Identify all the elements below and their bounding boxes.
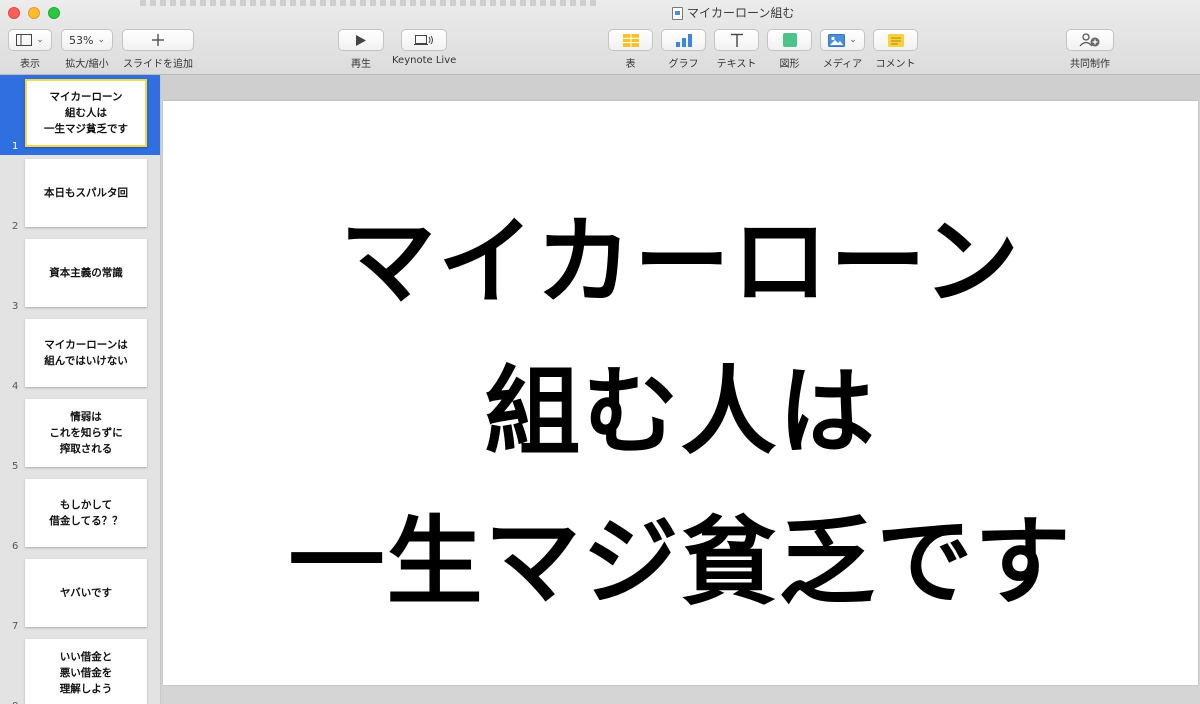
slide-thumbnail[interactable]: マイカーローン 組む人は 一生マジ貧乏です 1 — [0, 75, 160, 155]
sidebar-layout-icon — [16, 34, 33, 46]
slide-thumbnail-preview[interactable]: 本日もスパルタ回 — [25, 159, 147, 227]
comment-icon — [887, 33, 904, 47]
zoom-label: 拡大/縮小 — [65, 59, 109, 70]
play-label: 再生 — [351, 59, 371, 70]
slide-number: 4 — [12, 381, 19, 392]
collaborate-tool[interactable]: 共同制作 — [1066, 29, 1114, 70]
text-icon — [730, 33, 743, 47]
slide-number: 3 — [12, 301, 19, 312]
play-icon — [356, 34, 366, 46]
window-toolbar: マイカーローン組む ⌄ 表示 53% ⌄ 拡大/縮小 スライドを追加 再生 Ke… — [0, 0, 1200, 75]
background-window-strip — [140, 0, 600, 6]
slide-navigator[interactable]: マイカーローン 組む人は 一生マジ貧乏です 1 本日もスパルタ回 2 資本主義の… — [0, 75, 161, 704]
slide-number: 5 — [12, 461, 19, 472]
add-slide-tool[interactable]: スライドを追加 — [122, 29, 194, 70]
add-slide-label: スライドを追加 — [123, 59, 193, 70]
keynote-document-icon — [672, 6, 683, 20]
slide-thumbnail[interactable]: ヤバいです 7 — [0, 555, 160, 635]
slide-thumbnail[interactable]: もしかして 借金してる？？ 6 — [0, 475, 160, 555]
zoom-tool[interactable]: 53% ⌄ 拡大/縮小 — [61, 29, 113, 70]
chevron-down-icon: ⌄ — [849, 35, 857, 45]
media-tool[interactable]: ⌄ メディア — [820, 29, 865, 70]
slide-thumbnail-text: マイカーローン 組む人は 一生マジ貧乏です — [44, 91, 128, 135]
collaborate-button[interactable] — [1066, 29, 1114, 51]
slide-number: 2 — [12, 221, 19, 232]
play-tool[interactable]: 再生 — [338, 29, 384, 70]
comment-tool[interactable]: コメント — [873, 29, 918, 70]
slide-thumbnail-preview[interactable]: 情弱は これを知らずに 搾取される — [25, 399, 147, 467]
slide-thumbnail-preview[interactable]: マイカーローンは 組んではいけない — [25, 319, 147, 387]
window-title-text: マイカーローン組む — [687, 6, 795, 20]
table-icon — [622, 33, 639, 47]
slide-thumbnail-text: 資本主義の常識 — [49, 267, 123, 279]
slide-number: 6 — [12, 541, 19, 552]
window-title: マイカーローン組む — [672, 5, 794, 21]
slide-thumbnail[interactable]: いい借金と 悪い借金を 理解しよう 8 — [0, 635, 160, 704]
slide-title-text[interactable]: マイカーローン 組む人は 一生マジ貧乏です — [163, 187, 1198, 637]
slide-number: 1 — [12, 141, 19, 152]
slide-thumbnail-text: 本日もスパルタ回 — [44, 187, 128, 199]
shape-tool[interactable]: 図形 — [767, 29, 812, 70]
comment-label: コメント — [875, 59, 916, 70]
chevron-down-icon: ⌄ — [36, 35, 44, 45]
slide-thumbnail-text: マイカーローンは 組んではいけない — [44, 339, 128, 367]
slide-thumbnail[interactable]: 資本主義の常識 3 — [0, 235, 160, 315]
text-tool[interactable]: テキスト — [714, 29, 759, 70]
chart-tool[interactable]: グラフ — [661, 29, 706, 70]
media-button[interactable]: ⌄ — [820, 29, 865, 51]
slide-thumbnail-preview[interactable]: マイカーローン 組む人は 一生マジ貧乏です — [25, 79, 147, 147]
minimize-window-button[interactable] — [28, 7, 40, 19]
table-button[interactable] — [608, 29, 653, 51]
canvas-top-margin — [161, 75, 1200, 101]
collaborate-label: 共同制作 — [1070, 59, 1110, 70]
slide-thumbnail-text: もしかして 借金してる？？ — [49, 499, 123, 527]
slide-thumbnail-preview[interactable]: 資本主義の常識 — [25, 239, 147, 307]
shape-label: 図形 — [779, 59, 800, 70]
chart-button[interactable] — [661, 29, 706, 51]
play-button[interactable] — [338, 29, 384, 51]
table-tool[interactable]: 表 — [608, 29, 653, 70]
view-tool[interactable]: ⌄ 表示 — [8, 29, 52, 70]
media-label: メディア — [822, 59, 863, 70]
zoom-select[interactable]: 53% ⌄ — [61, 29, 113, 51]
fullscreen-window-button[interactable] — [48, 7, 60, 19]
add-person-icon — [1079, 33, 1100, 47]
current-slide[interactable]: マイカーローン 組む人は 一生マジ貧乏です — [163, 101, 1198, 685]
chart-label: グラフ — [668, 59, 699, 70]
close-window-button[interactable] — [8, 7, 20, 19]
slide-canvas-area: マイカーローン 組む人は 一生マジ貧乏です — [161, 75, 1200, 704]
view-label: 表示 — [20, 59, 40, 70]
zoom-value: 53% — [69, 33, 94, 47]
slide-thumbnail-preview[interactable]: もしかして 借金してる？？ — [25, 479, 147, 547]
keynote-live-label: Keynote Live — [392, 55, 457, 66]
shape-icon — [782, 33, 797, 47]
slide-thumbnail-text: ヤバいです — [60, 587, 112, 599]
add-slide-button[interactable] — [122, 29, 194, 51]
slide-thumbnail[interactable]: マイカーローンは 組んではいけない 4 — [0, 315, 160, 395]
comment-button[interactable] — [873, 29, 918, 51]
slide-thumbnail-preview[interactable]: いい借金と 悪い借金を 理解しよう — [25, 639, 147, 704]
shape-button[interactable] — [767, 29, 812, 51]
view-button[interactable]: ⌄ — [8, 29, 52, 51]
keynote-live-button[interactable] — [401, 29, 448, 51]
keynote-live-tool[interactable]: Keynote Live — [392, 29, 456, 66]
text-label: テキスト — [716, 59, 757, 70]
plus-icon — [152, 34, 164, 46]
keynote-live-icon — [414, 35, 434, 45]
table-label: 表 — [625, 59, 636, 70]
chart-icon — [675, 33, 692, 47]
slide-thumbnail-text: 情弱は これを知らずに 搾取される — [49, 411, 123, 455]
slide-number: 7 — [12, 621, 19, 632]
slide-thumbnail-text: いい借金と 悪い借金を 理解しよう — [59, 651, 113, 695]
chevron-down-icon: ⌄ — [97, 35, 105, 45]
photo-icon — [828, 33, 846, 47]
slide-thumbnail-preview[interactable]: ヤバいです — [25, 559, 147, 627]
slide-thumbnail[interactable]: 情弱は これを知らずに 搾取される 5 — [0, 395, 160, 475]
slide-thumbnail[interactable]: 本日もスパルタ回 2 — [0, 155, 160, 235]
text-button[interactable] — [714, 29, 759, 51]
